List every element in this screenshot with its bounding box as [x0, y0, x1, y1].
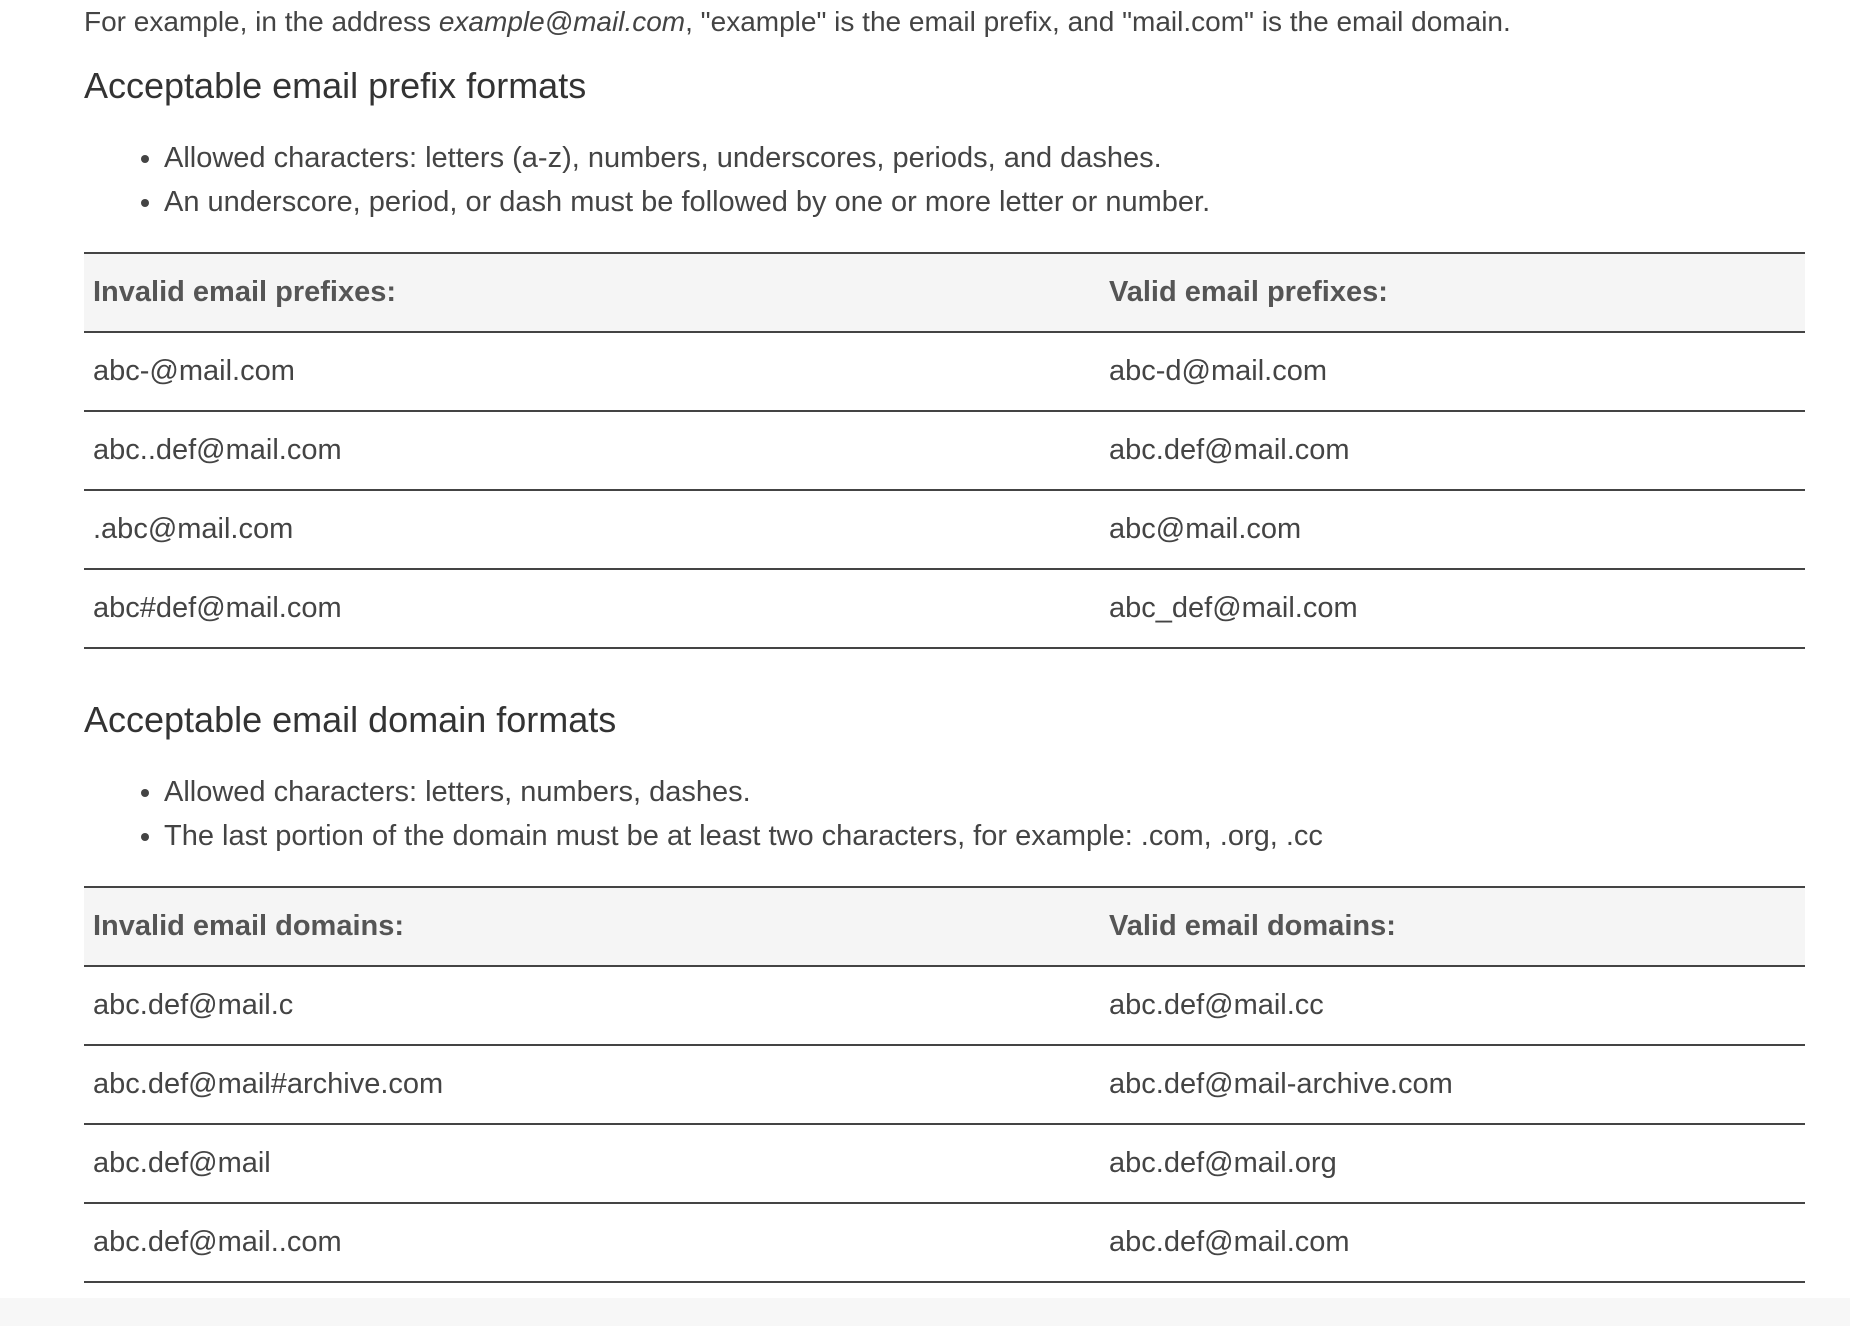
table-row: abc-@mail.com abc-d@mail.com: [84, 332, 1805, 412]
table-row: abc..def@mail.com abc.def@mail.com: [84, 411, 1805, 491]
prefix-rule-item: An underscore, period, or dash must be f…: [164, 180, 1805, 224]
table-row: abc#def@mail.com abc_def@mail.com: [84, 569, 1805, 649]
valid-domains-header: Valid email domains:: [1100, 886, 1805, 967]
prefix-table: Invalid email prefixes: Valid email pref…: [84, 252, 1805, 649]
intro-text-start: For example, in the address: [84, 6, 439, 37]
invalid-domain-cell: abc.def@mail#archive.com: [84, 1045, 1100, 1125]
invalid-domain-cell: abc.def@mail..com: [84, 1203, 1100, 1283]
invalid-domain-cell: abc.def@mail.c: [84, 966, 1100, 1046]
invalid-domain-cell: abc.def@mail: [84, 1124, 1100, 1204]
valid-prefix-cell: abc@mail.com: [1100, 490, 1805, 570]
intro-example-address: example@mail.com: [438, 6, 686, 37]
domain-section: Acceptable email domain formats Allowed …: [84, 698, 1805, 1283]
domain-rule-item: Allowed characters: letters, numbers, da…: [164, 770, 1805, 814]
help-article: For example, in the address example@mail…: [0, 0, 1850, 1326]
valid-prefix-cell: abc-d@mail.com: [1100, 332, 1805, 412]
intro-paragraph: For example, in the address example@mail…: [84, 4, 1784, 40]
prefix-rule-item: Allowed characters: letters (a-z), numbe…: [164, 136, 1805, 180]
invalid-domains-header: Invalid email domains:: [84, 886, 1100, 967]
invalid-prefixes-header: Invalid email prefixes:: [84, 252, 1100, 333]
valid-prefixes-header: Valid email prefixes:: [1100, 252, 1805, 333]
valid-domain-cell: abc.def@mail-archive.com: [1100, 1045, 1805, 1125]
domain-table: Invalid email domains: Valid email domai…: [84, 886, 1805, 1283]
valid-domain-cell: abc.def@mail.cc: [1100, 966, 1805, 1046]
prefix-rules-list: Allowed characters: letters (a-z), numbe…: [84, 136, 1805, 224]
valid-prefix-cell: abc_def@mail.com: [1100, 569, 1805, 649]
table-row: abc.def@mail#archive.com abc.def@mail-ar…: [84, 1045, 1805, 1125]
intro-text-end: , "example" is the email prefix, and "ma…: [685, 6, 1511, 37]
prefix-section: Acceptable email prefix formats Allowed …: [84, 64, 1805, 649]
domain-rules-list: Allowed characters: letters, numbers, da…: [84, 770, 1805, 858]
invalid-prefix-cell: abc-@mail.com: [84, 332, 1100, 412]
domain-rule-item: The last portion of the domain must be a…: [164, 814, 1805, 858]
table-header-row: Invalid email prefixes: Valid email pref…: [84, 252, 1805, 333]
invalid-prefix-cell: abc#def@mail.com: [84, 569, 1100, 649]
valid-prefix-cell: abc.def@mail.com: [1100, 411, 1805, 491]
table-row: abc.def@mail.c abc.def@mail.cc: [84, 966, 1805, 1046]
invalid-prefix-cell: abc..def@mail.com: [84, 411, 1100, 491]
table-row: abc.def@mail abc.def@mail.org: [84, 1124, 1805, 1204]
invalid-prefix-cell: .abc@mail.com: [84, 490, 1100, 570]
valid-domain-cell: abc.def@mail.org: [1100, 1124, 1805, 1204]
table-row: .abc@mail.com abc@mail.com: [84, 490, 1805, 570]
valid-domain-cell: abc.def@mail.com: [1100, 1203, 1805, 1283]
prefix-heading: Acceptable email prefix formats: [84, 65, 587, 106]
page-footer-band: [0, 1298, 1850, 1326]
domain-heading: Acceptable email domain formats: [84, 699, 617, 740]
table-header-row: Invalid email domains: Valid email domai…: [84, 886, 1805, 967]
table-row: abc.def@mail..com abc.def@mail.com: [84, 1203, 1805, 1283]
